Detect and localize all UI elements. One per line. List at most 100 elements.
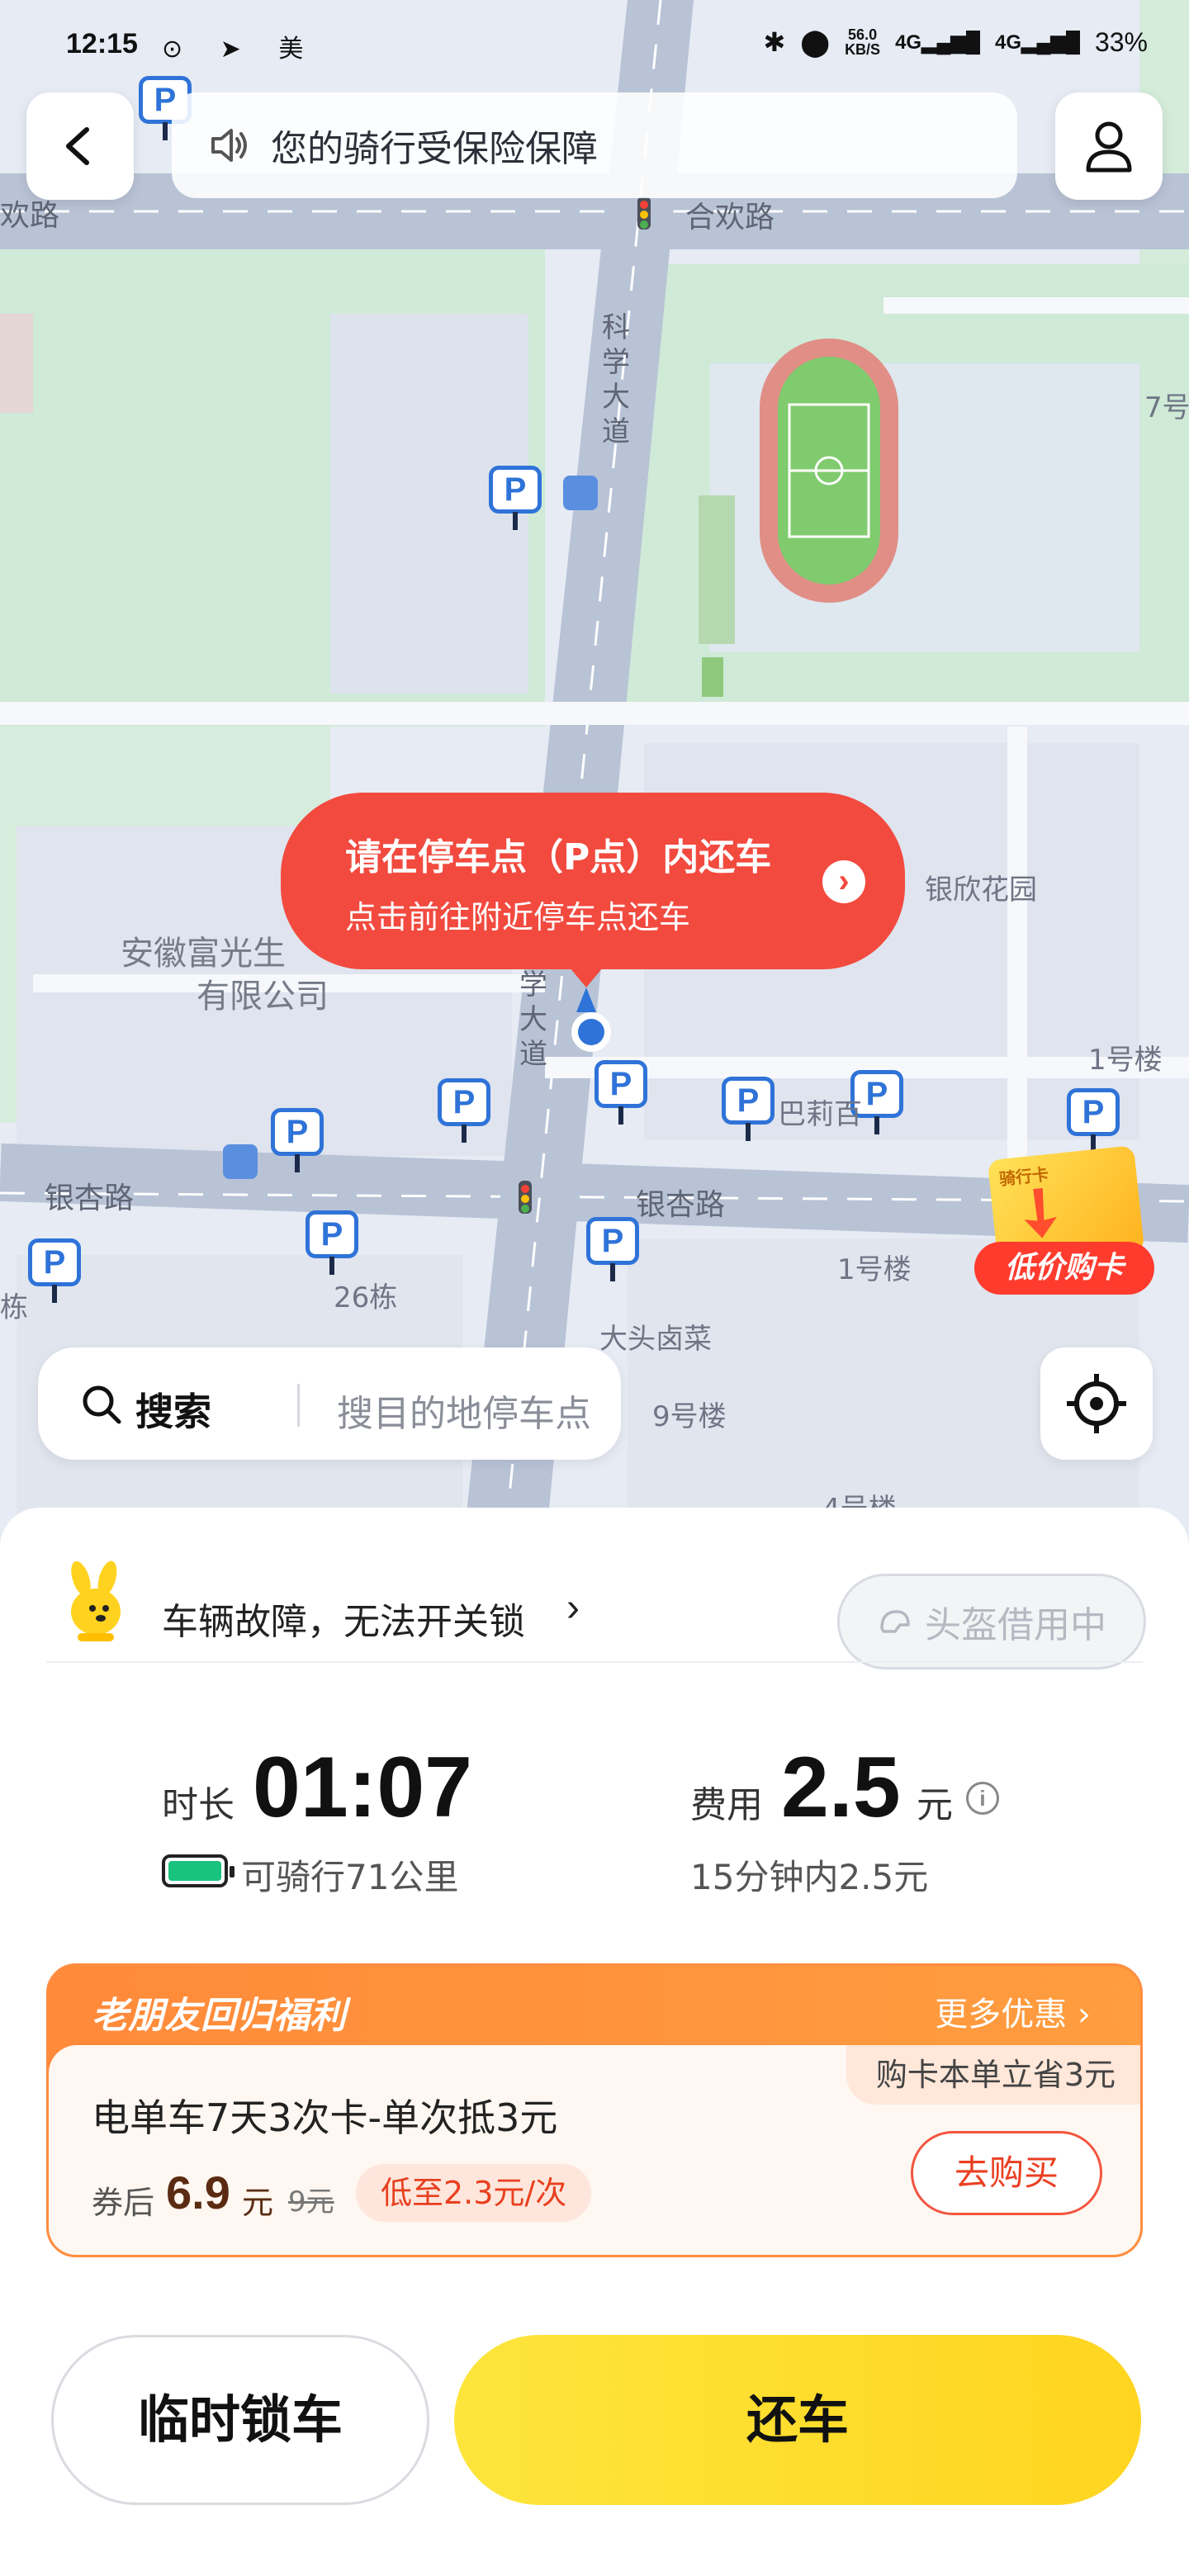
parking-letter: P xyxy=(306,1210,358,1258)
net-speed-unit: KB/S xyxy=(845,41,881,58)
parking-stem xyxy=(746,1123,751,1141)
parking-letter: P xyxy=(586,1217,639,1265)
parking-marker[interactable]: P xyxy=(594,1060,647,1129)
parking-marker[interactable]: P xyxy=(306,1210,358,1280)
helmet-icon xyxy=(880,1610,910,1633)
helmet-status-button[interactable]: 头盔借用中 xyxy=(837,1574,1146,1669)
saving-badge: 购卡本单立省3元 xyxy=(846,2045,1140,2105)
map-view[interactable]: P P P P P P P P P P P 合欢路 欢路 科学大道 学大道 银杏… xyxy=(0,0,1189,1552)
product-name: 电单车7天3次卡-单次抵3元 xyxy=(92,2095,558,2140)
signal-label: 4G xyxy=(895,31,922,54)
parking-letter: P xyxy=(438,1078,490,1126)
road-label-yinxing-left: 银杏路 xyxy=(45,1181,135,1215)
parking-marker[interactable]: P xyxy=(438,1078,490,1148)
bike-ride-screen: P P P P P P P P P P P 合欢路 欢路 科学大道 学大道 银杏… xyxy=(0,0,1189,2576)
place-label-bldg-9: 9号楼 xyxy=(652,1400,727,1433)
original-price: 9元 xyxy=(288,2185,334,2218)
temp-lock-button[interactable]: 临时锁车 xyxy=(51,2335,429,2505)
search-divider xyxy=(297,1384,300,1427)
bubble-title: 请在停车点（P点）内还车 xyxy=(345,836,772,878)
parking-marker[interactable]: P xyxy=(28,1238,81,1308)
info-icon[interactable]: i xyxy=(966,1782,999,1815)
parking-stem xyxy=(610,1263,615,1281)
fee-label: 费用 xyxy=(690,1784,763,1826)
fault-text: 车辆故障，无法开关锁 xyxy=(162,1601,525,1643)
parking-stem xyxy=(329,1257,334,1275)
fee-unit: 元 xyxy=(917,1784,953,1826)
parking-stem xyxy=(52,1285,57,1303)
signal-icon-2: 4G▂▄▆█ xyxy=(995,31,1080,54)
helmet-status-label: 头盔借用中 xyxy=(925,1604,1106,1646)
place-label-company-2: 有限公司 xyxy=(197,978,329,1016)
bluetooth-icon: ✱ xyxy=(763,27,786,57)
parking-stem xyxy=(295,1154,300,1172)
parking-letter: P xyxy=(489,466,542,514)
returning-user-promo: 老朋友回归福利 更多优惠 › 购卡本单立省3元 电单车7天3次卡-单次抵3元 券… xyxy=(46,1963,1143,2257)
battery-icon xyxy=(162,1854,234,1887)
fault-report-row[interactable]: 车辆故障，无法开关锁 › 头盔借用中 xyxy=(46,1544,1153,1669)
place-label-datou: 大头卤菜 xyxy=(599,1323,712,1356)
battery-percent: 33% xyxy=(1094,26,1148,57)
net-speed-value: 56.0 xyxy=(848,26,878,43)
buy-button[interactable]: 去购买 xyxy=(911,2131,1102,2215)
road-label-kexue-mid: 学大道 xyxy=(519,968,547,1071)
locate-button[interactable] xyxy=(1040,1347,1153,1460)
chevron-right-icon: › xyxy=(822,860,865,903)
promo-card-tag: 低价购卡 xyxy=(974,1242,1154,1295)
place-label-bldg-1-right: 1号楼 xyxy=(1088,1044,1163,1077)
parking-marker[interactable]: P xyxy=(489,466,542,535)
place-label-garden: 银欣花园 xyxy=(925,874,1037,907)
crosshair-icon xyxy=(1067,1374,1126,1433)
cheap-card-promo[interactable]: 骑行卡 ➘ 低价购卡 xyxy=(974,1145,1154,1303)
promo-header: 老朋友回归福利 xyxy=(92,1995,346,2037)
insurance-notice[interactable]: 您的骑行受保险保障 xyxy=(172,92,1017,198)
parking-stem xyxy=(462,1125,467,1143)
parking-marker[interactable]: P xyxy=(722,1077,775,1146)
parking-letter: P xyxy=(594,1060,647,1108)
search-label: 搜索 xyxy=(135,1390,211,1434)
status-app-icons: ⊙ ➤ 美 xyxy=(162,35,319,64)
profile-button[interactable] xyxy=(1055,92,1163,200)
place-label-company-1: 安徽富光生 xyxy=(121,935,286,973)
status-bar: 12:15 ⊙ ➤ 美 ✱ ⬤ 56.0 KB/S 4G▂▄▆█ 4G▂▄▆█ 3… xyxy=(0,0,1189,91)
promo-body: 购卡本单立省3元 电单车7天3次卡-单次抵3元 券后 6.9 元 9元 低至2.… xyxy=(49,2045,1140,2255)
parking-marker[interactable]: P xyxy=(271,1108,324,1177)
parking-letter: P xyxy=(1067,1088,1120,1136)
road-label-hehuan: 合欢路 xyxy=(685,201,775,234)
map-base xyxy=(0,0,1189,1552)
return-bike-button[interactable]: 还车 xyxy=(454,2335,1141,2505)
range-text: 可骑行71公里 xyxy=(241,1857,459,1897)
parking-marker[interactable]: P xyxy=(586,1217,639,1286)
road-label-yinxing: 银杏路 xyxy=(636,1188,726,1222)
search-input[interactable]: 搜目的地停车点 xyxy=(337,1384,591,1437)
place-label-edge: 栋 xyxy=(0,1291,28,1324)
ride-info-sheet: 车辆故障，无法开关锁 › 头盔借用中 时长 01:07 可骑行71公里 费用 2… xyxy=(0,1508,1189,2576)
mascot-icon xyxy=(71,1560,121,1641)
back-arrow-icon xyxy=(66,127,89,165)
divider xyxy=(46,1661,1143,1663)
place-label-bldg-7: 7号 xyxy=(1144,391,1189,424)
promo-price: 6.9 xyxy=(166,2166,230,2218)
status-right: ✱ ⬤ 56.0 KB/S 4G▂▄▆█ 4G▂▄▆█ 33% xyxy=(763,26,1148,58)
battery-fill xyxy=(168,1861,221,1881)
speaker-icon xyxy=(211,129,247,162)
status-time: 12:15 xyxy=(66,28,138,59)
return-zone-bubble[interactable]: 请在停车点（P点）内还车 点击前往附近停车点还车 › xyxy=(281,793,905,987)
back-button[interactable] xyxy=(26,92,134,200)
low-price-badge: 低至2.3元/次 xyxy=(356,2164,592,2222)
duration-label: 时长 xyxy=(162,1784,234,1826)
notice-text: 您的骑行受保险保障 xyxy=(271,128,598,170)
fee-rule: 15分钟内2.5元 xyxy=(690,1857,929,1897)
search-icon xyxy=(83,1385,121,1424)
fee-value: 2.5 xyxy=(781,1740,901,1835)
parking-letter: P xyxy=(28,1238,81,1286)
parking-stem xyxy=(618,1106,623,1125)
parking-letter: P xyxy=(271,1108,324,1156)
parking-stem xyxy=(874,1116,879,1134)
chevron-right-icon: › xyxy=(566,1586,580,1630)
more-offers-link[interactable]: 更多优惠 › xyxy=(935,1987,1091,2035)
search-bar[interactable]: 搜索 搜目的地停车点 xyxy=(38,1347,621,1460)
place-label-bali: 巴莉百 xyxy=(778,1098,862,1131)
signal-icon: 4G▂▄▆█ xyxy=(895,31,981,54)
signal-label-2: 4G xyxy=(995,31,1022,54)
